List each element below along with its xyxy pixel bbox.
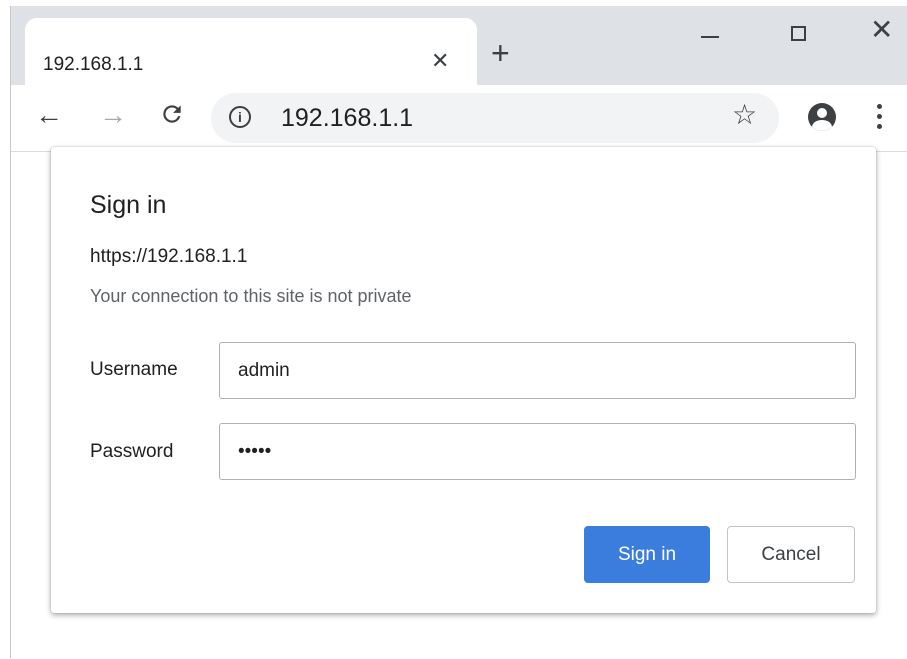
browser-toolbar: ← → i 192.168.1.1 ☆ xyxy=(11,85,907,152)
maximize-icon[interactable] xyxy=(791,26,806,41)
star-icon[interactable]: ☆ xyxy=(732,101,757,129)
account-circle-icon[interactable] xyxy=(808,103,836,131)
sign-in-dialog: Sign in https://192.168.1.1 Your connect… xyxy=(51,147,876,613)
arrow-right-icon[interactable]: → xyxy=(99,101,127,129)
menu-dot xyxy=(877,124,882,129)
menu-dot xyxy=(877,104,882,109)
window-close-icon[interactable]: ✕ xyxy=(870,16,893,44)
reload-icon[interactable] xyxy=(159,101,185,132)
arrow-left-icon[interactable]: ← xyxy=(35,101,63,129)
plus-icon[interactable]: + xyxy=(491,37,510,69)
account-head-shape xyxy=(817,108,827,118)
menu-dot xyxy=(877,114,882,119)
username-input[interactable] xyxy=(219,342,856,399)
tab-strip: 192.168.1.1 ✕ + ✕ xyxy=(11,6,907,85)
username-label: Username xyxy=(90,359,178,380)
info-icon[interactable]: i xyxy=(229,106,251,128)
password-label: Password xyxy=(90,441,174,462)
url-text[interactable]: 192.168.1.1 xyxy=(281,104,413,133)
account-body-shape xyxy=(812,120,832,131)
connection-warning: Your connection to this site is not priv… xyxy=(90,286,412,306)
dialog-origin: https://192.168.1.1 xyxy=(90,246,248,267)
password-input[interactable] xyxy=(219,423,856,480)
close-icon[interactable]: ✕ xyxy=(431,48,449,74)
browser-window: 192.168.1.1 ✕ + ✕ ← → i 192.168.1.1 ☆ Si… xyxy=(10,6,907,658)
address-bar[interactable]: i 192.168.1.1 ☆ xyxy=(211,93,779,143)
cancel-button[interactable]: Cancel xyxy=(727,526,855,583)
tab-title: 192.168.1.1 xyxy=(43,54,144,75)
tab-active[interactable]: 192.168.1.1 ✕ xyxy=(25,18,477,85)
dialog-title: Sign in xyxy=(90,191,167,219)
sign-in-button[interactable]: Sign in xyxy=(584,526,710,583)
minimize-icon[interactable] xyxy=(701,36,719,38)
reload-icon-glyph xyxy=(163,105,181,123)
more-vert-icon[interactable] xyxy=(877,104,883,132)
